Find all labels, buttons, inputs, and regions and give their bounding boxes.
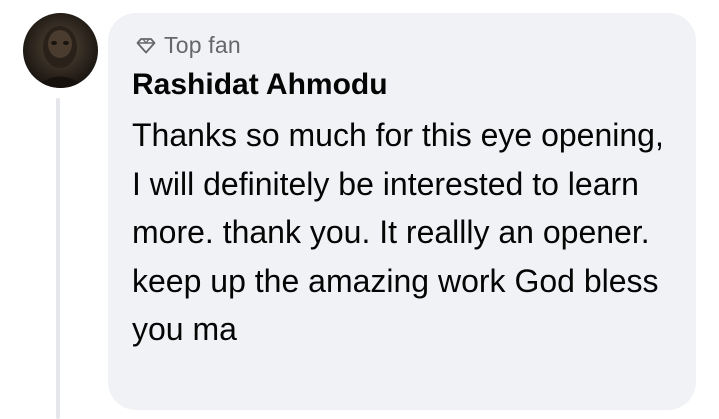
diamond-icon — [136, 35, 156, 55]
avatar[interactable] — [23, 13, 98, 88]
author-name[interactable]: Rashidat Ahmodu — [132, 65, 388, 105]
avatar-photo-icon — [35, 26, 86, 88]
comment-text: Thanks so much for this eye opening, I w… — [132, 117, 664, 347]
thread-line — [56, 98, 60, 419]
comment-bubble: Top fan Rashidat Ahmodu Thanks so much f… — [108, 13, 696, 410]
badge-label: Top fan — [164, 31, 241, 58]
top-fan-badge[interactable]: Top fan — [136, 31, 241, 59]
